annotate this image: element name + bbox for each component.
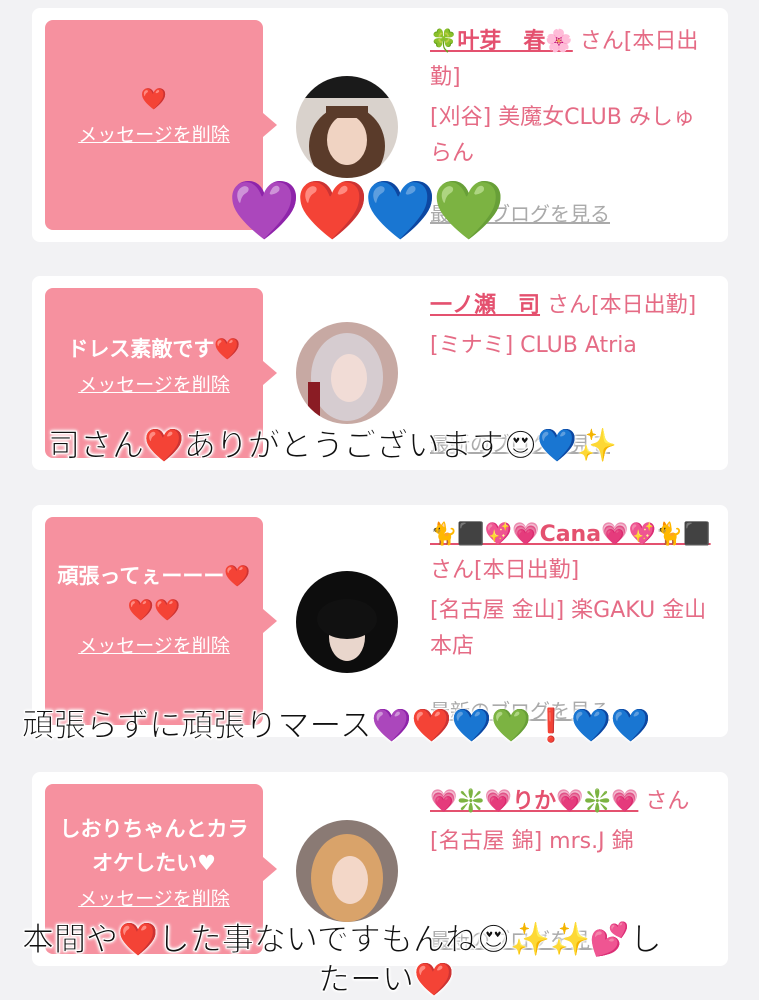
cast-info: 一ノ瀬 司 さん[本日出勤] [ミナミ] CLUB Atria <box>430 288 715 364</box>
cast-name-link[interactable]: 🍀叶芽 春🌸 <box>430 29 573 54</box>
delete-message-link[interactable]: メッセージを削除 <box>78 370 230 397</box>
hearts-sticker: 💜❤️💙💚 <box>228 176 505 244</box>
message-bubble: 頑張ってぇーーー❤️❤️❤️ メッセージを削除 <box>45 517 277 725</box>
cast-info: 💗❇️💗りか💗❇️💗 さん [名古屋 錦] mrs.J 錦 <box>430 784 715 860</box>
avatar[interactable] <box>296 571 398 673</box>
shop-name: [ミナミ] CLUB Atria <box>430 333 637 358</box>
overlay-caption: 頑張らずに頑張りマース💜❤️💙💚❗️💙💙 <box>22 706 652 745</box>
cast-name-link[interactable]: 🐈⬛💖💗Cana💗💖🐈⬛ <box>430 522 711 547</box>
cast-info: 🍀叶芽 春🌸 さん[本日出勤] [刈谷] 美魔女CLUB みしゅらん <box>430 24 715 172</box>
avatar[interactable] <box>296 322 398 424</box>
delete-message-link[interactable]: メッセージを削除 <box>78 631 230 658</box>
shop-name: [刈谷] 美魔女CLUB みしゅらん <box>430 105 695 166</box>
cast-status: さん[本日出勤] <box>547 293 697 318</box>
overlay-caption: 司さん❤️ありがとうございます😍💙✨ <box>48 426 618 465</box>
cast-name-link[interactable]: 💗❇️💗りか💗❇️💗 <box>430 789 638 814</box>
cast-status: さん[本日出勤] <box>430 558 580 583</box>
shop-name: [名古屋 錦] mrs.J 錦 <box>430 829 634 854</box>
delete-message-link[interactable]: メッセージを削除 <box>78 884 230 911</box>
cast-info: 🐈⬛💖💗Cana💗💖🐈⬛ さん[本日出勤] [名古屋 金山] 楽GAKU 金山本… <box>430 517 715 665</box>
cast-name-link[interactable]: 一ノ瀬 司 <box>430 293 540 318</box>
message-text: ❤️ <box>140 87 168 111</box>
avatar[interactable] <box>296 76 398 178</box>
delete-message-link[interactable]: メッセージを削除 <box>78 120 230 147</box>
cast-status: さん <box>645 789 690 814</box>
overlay-caption: たーい❤️ <box>318 960 455 999</box>
message-text: 頑張ってぇーーー❤️❤️❤️ <box>57 564 251 622</box>
avatar[interactable] <box>296 820 398 922</box>
message-text: ドレス素敵です❤️ <box>67 337 241 361</box>
shop-name: [名古屋 金山] 楽GAKU 金山本店 <box>430 598 707 659</box>
message-text: しおりちゃんとカラオケしたい♥ <box>59 817 249 875</box>
